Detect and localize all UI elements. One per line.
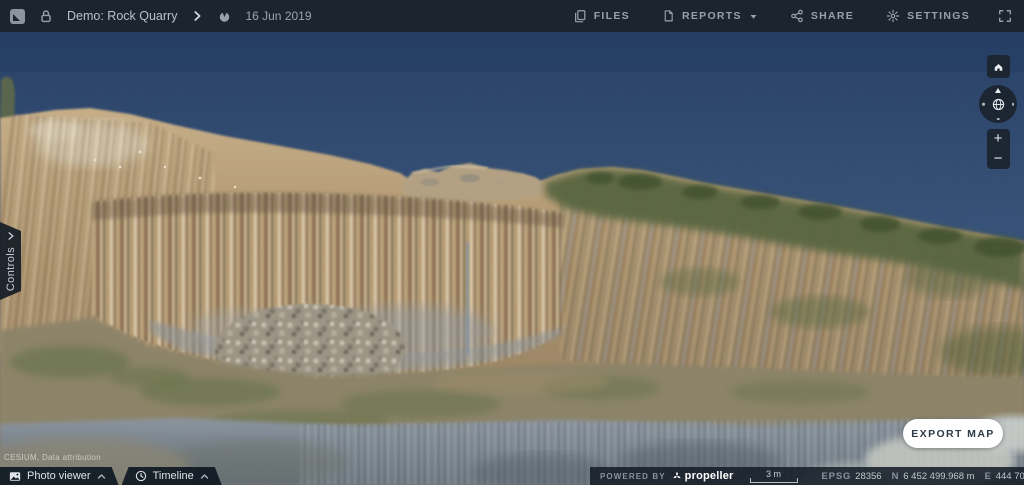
status-bar: POWERED BY propeller 3 m EPSG 28356 N 6 …: [590, 467, 1024, 485]
compass-west-dot: [982, 102, 985, 106]
home-view-button[interactable]: [986, 55, 1010, 78]
controls-tab-label: Controls: [4, 246, 17, 292]
settings-label: SETTINGS: [907, 10, 970, 22]
clock-icon: [135, 470, 147, 482]
files-button[interactable]: FILES: [571, 5, 632, 27]
northing-value: 6 452 499.968 m: [903, 470, 975, 482]
files-label: FILES: [593, 10, 630, 22]
compass-north-icon: [995, 87, 1001, 93]
site-title: Demo: Rock Quarry: [67, 9, 178, 23]
propeller-viewer-app: Demo: Rock Quarry 16 Jun 2019 FILES REPO…: [0, 0, 1024, 485]
photo-icon: [9, 471, 21, 482]
photo-viewer-tab[interactable]: Photo viewer: [0, 467, 119, 485]
fullscreen-icon: [999, 10, 1011, 22]
share-button[interactable]: SHARE: [788, 5, 856, 27]
zoom-in-button[interactable]: +: [987, 129, 1010, 149]
compass-east-dot: [1011, 102, 1014, 106]
propeller-brand-label: propeller: [684, 470, 734, 482]
survey-dataset-icon: [220, 11, 230, 22]
zoom-out-button[interactable]: −: [987, 149, 1010, 169]
timeline-tab[interactable]: Timeline: [122, 467, 222, 485]
compass-south-dot: [996, 117, 1000, 120]
share-label: SHARE: [810, 10, 855, 22]
fullscreen-button[interactable]: [996, 5, 1014, 27]
reports-icon: [664, 10, 673, 22]
scale-line: [749, 477, 798, 483]
northing-readout: N 6 452 499.968 m: [892, 471, 975, 482]
reports-label: REPORTS: [681, 10, 742, 22]
home-icon: [994, 63, 1002, 71]
scale-label: 3 m: [766, 468, 782, 479]
northing-label: N: [891, 470, 900, 482]
chevron-right-icon: [194, 11, 201, 21]
map-scale-bar: 3 m: [749, 468, 798, 483]
photo-viewer-label: Photo viewer: [27, 470, 91, 482]
bottom-tabs: Photo viewer Timeline: [0, 467, 222, 485]
chevron-expand-icon: [6, 231, 16, 241]
share-icon: [790, 9, 803, 23]
epsg-label: EPSG: [821, 470, 852, 482]
propeller-brand[interactable]: propeller: [672, 470, 734, 482]
chevron-up-icon: [200, 473, 209, 480]
export-map-button[interactable]: EXPORT MAP: [903, 419, 1003, 448]
controls-panel-tab[interactable]: Controls: [0, 222, 21, 300]
easting-label: E: [984, 470, 992, 482]
propeller-logo-icon[interactable]: [10, 8, 25, 24]
survey-date[interactable]: 16 Jun 2019: [245, 9, 311, 23]
files-icon: [574, 10, 586, 23]
map-tools: + −: [979, 55, 1017, 169]
timeline-label: Timeline: [152, 470, 194, 482]
easting-value: 444 702.983 m: [995, 470, 1024, 482]
top-bar: Demo: Rock Quarry 16 Jun 2019 FILES REPO…: [0, 0, 1024, 32]
terrain-viewport[interactable]: [0, 32, 1024, 485]
chevron-up-icon: [97, 473, 106, 480]
reports-button[interactable]: REPORTS: [660, 5, 760, 27]
settings-button[interactable]: SETTINGS: [884, 5, 972, 27]
zoom-panel: + −: [986, 129, 1010, 169]
map-attribution[interactable]: CESIUM, Data attribution: [4, 453, 101, 462]
propeller-mark-icon: [673, 471, 681, 479]
compass-control[interactable]: [979, 85, 1017, 123]
globe-icon: [992, 98, 1004, 110]
powered-by-label: POWERED BY: [600, 471, 666, 481]
lock-icon: [41, 10, 51, 23]
epsg-readout: EPSG 28356: [822, 471, 882, 482]
epsg-value: 28356: [855, 470, 882, 482]
texture-noise: [0, 72, 1024, 485]
easting-readout: E 444 702.983 m: [985, 471, 1024, 482]
settings-gear-icon: [886, 9, 900, 23]
caret-down-icon: [750, 14, 757, 19]
